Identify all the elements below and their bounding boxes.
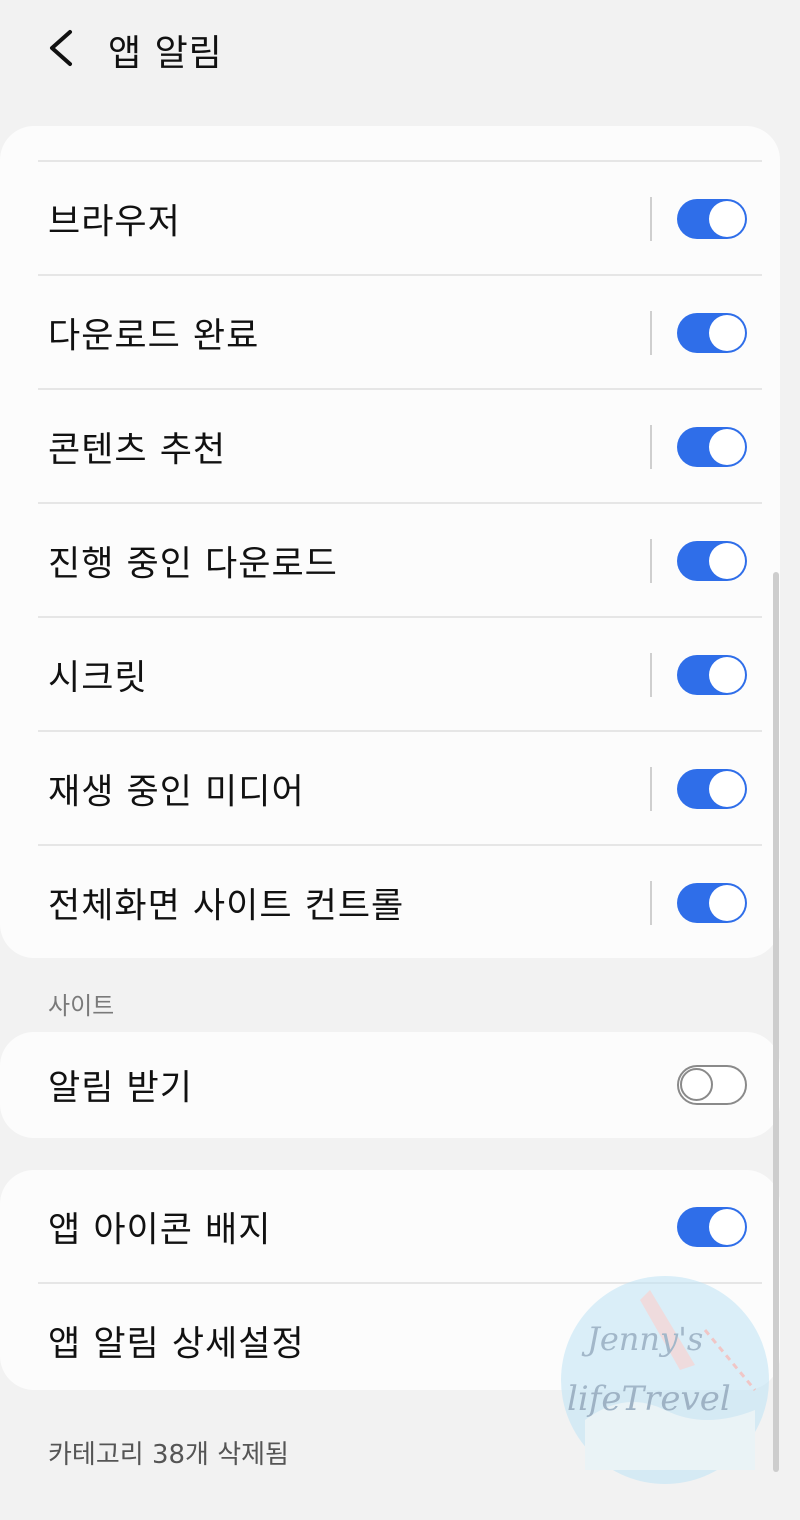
category-row-downloads-in-progress[interactable]: 진행 중인 다운로드 bbox=[0, 504, 780, 618]
category-row-secret[interactable]: 시크릿 bbox=[0, 618, 780, 732]
vertical-separator bbox=[650, 767, 652, 811]
chevron-left-icon bbox=[50, 30, 72, 66]
category-row-fullscreen-controls[interactable]: 전체화면 사이트 컨트롤 bbox=[0, 846, 780, 958]
deleted-categories-text: 카테고리 38개 삭제됨 bbox=[48, 1440, 289, 1470]
toggle-knob bbox=[709, 657, 745, 693]
toggle-knob bbox=[709, 771, 745, 807]
toggle-knob bbox=[709, 429, 745, 465]
advanced-settings-label: 앱 알림 상세설정 bbox=[48, 1324, 305, 1365]
category-label: 진행 중인 다운로드 bbox=[48, 544, 338, 585]
toggle-knob bbox=[709, 543, 745, 579]
app-icon-badge-toggle[interactable] bbox=[677, 1207, 747, 1247]
category-row-media-playing[interactable]: 재생 중인 미디어 bbox=[0, 732, 780, 846]
receive-notifications-label: 알림 받기 bbox=[48, 1068, 193, 1109]
vertical-separator bbox=[650, 653, 652, 697]
category-row-content-recommend[interactable]: 콘텐츠 추천 bbox=[0, 390, 780, 504]
vertical-separator bbox=[650, 881, 652, 925]
category-toggle-fullscreen-controls[interactable] bbox=[677, 883, 747, 923]
watermark-line1: Jenny's bbox=[581, 1320, 703, 1358]
page-title: 앱 알림 bbox=[108, 33, 223, 74]
toggle-knob bbox=[709, 315, 745, 351]
toggle-knob bbox=[680, 1068, 713, 1101]
category-label: 시크릿 bbox=[48, 658, 148, 699]
toggle-knob bbox=[709, 885, 745, 921]
category-toggle-media-playing[interactable] bbox=[677, 769, 747, 809]
category-label: 전체화면 사이트 컨트롤 bbox=[48, 886, 405, 927]
toggle-knob bbox=[709, 1209, 745, 1245]
category-label: 재생 중인 미디어 bbox=[48, 772, 305, 813]
category-label: 다운로드 완료 bbox=[48, 316, 260, 357]
vertical-separator bbox=[650, 539, 652, 583]
watermark-line2: lifeTrevel bbox=[567, 1379, 731, 1419]
section-title-sites: 사이트 bbox=[48, 992, 115, 1020]
receive-notifications-row[interactable]: 알림 받기 bbox=[0, 1032, 780, 1138]
vertical-separator bbox=[650, 425, 652, 469]
category-toggle-downloads-in-progress[interactable] bbox=[677, 541, 747, 581]
vertical-separator bbox=[650, 311, 652, 355]
receive-notifications-toggle[interactable] bbox=[677, 1065, 747, 1105]
category-toggle-download-complete[interactable] bbox=[677, 313, 747, 353]
app-icon-badge-row[interactable]: 앱 아이콘 배지 bbox=[0, 1170, 780, 1284]
category-toggle-secret[interactable] bbox=[677, 655, 747, 695]
category-list-card: 브라우저 다운로드 완료 콘텐츠 추천 진행 중인 다운로드 시크릿 재생 중인… bbox=[0, 126, 780, 958]
category-toggle-content-recommend[interactable] bbox=[677, 427, 747, 467]
sites-card: 알림 받기 bbox=[0, 1032, 780, 1138]
app-bar: 앱 알림 bbox=[0, 0, 800, 100]
category-row-download-complete[interactable]: 다운로드 완료 bbox=[0, 276, 780, 390]
watermark-logo: Jenny's lifeTrevel bbox=[561, 1276, 769, 1484]
app-icon-badge-label: 앱 아이콘 배지 bbox=[48, 1210, 272, 1251]
back-button[interactable] bbox=[38, 22, 86, 74]
category-row-browser[interactable]: 브라우저 bbox=[0, 162, 780, 276]
toggle-knob bbox=[709, 201, 745, 237]
category-label: 콘텐츠 추천 bbox=[48, 430, 227, 471]
category-label: 브라우저 bbox=[48, 202, 181, 243]
vertical-separator bbox=[650, 197, 652, 241]
category-toggle-browser[interactable] bbox=[677, 199, 747, 239]
